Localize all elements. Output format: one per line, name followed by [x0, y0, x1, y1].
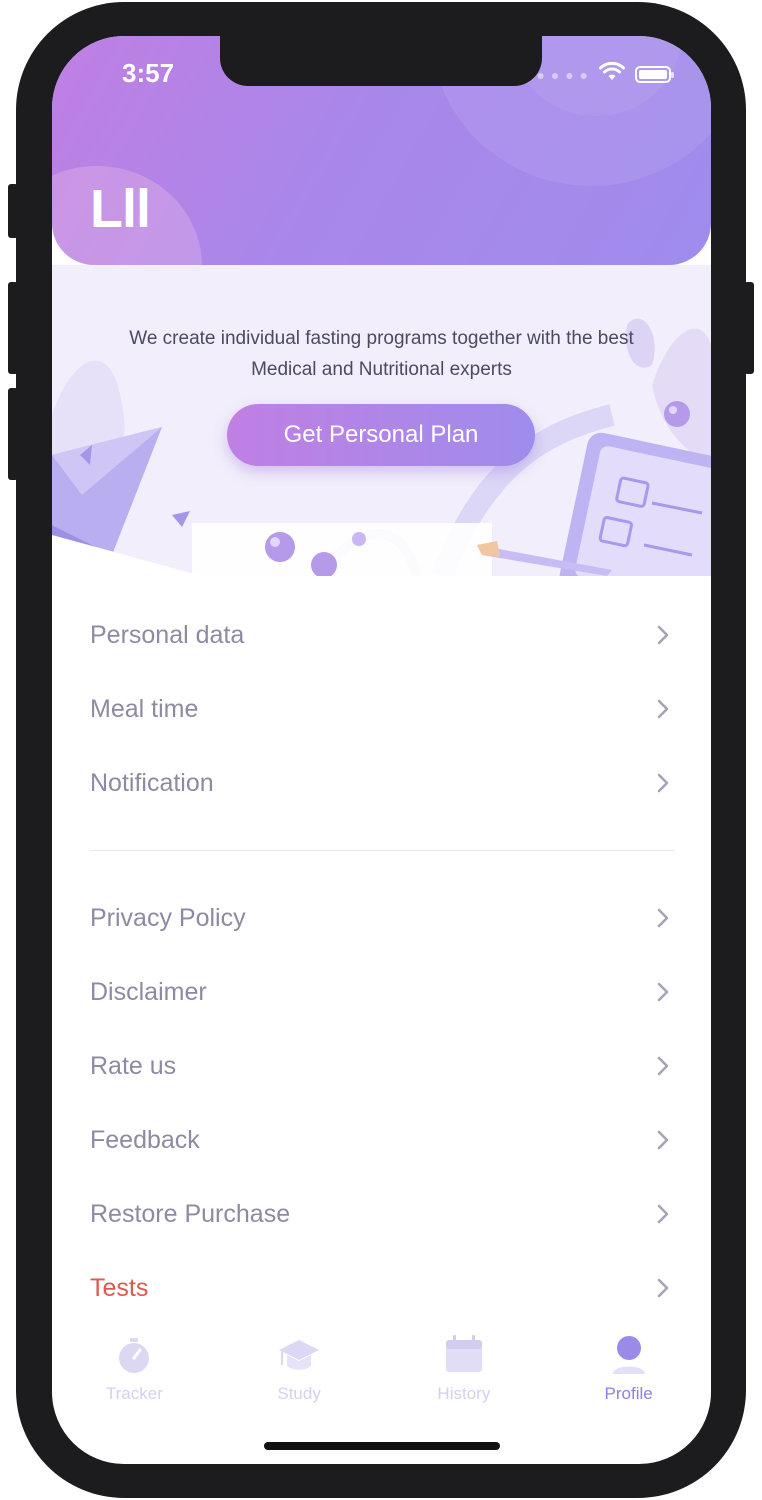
menu-item-label: Disclaimer [90, 977, 207, 1006]
menu-item-tests[interactable]: Tests [90, 1251, 675, 1325]
banner-description: We create individual fasting programs to… [52, 323, 711, 385]
menu-item-label: Notification [90, 768, 214, 797]
tab-label: Tracker [105, 1384, 163, 1403]
settings-menu: Personal data Meal time Notification Pri… [90, 598, 675, 1325]
get-personal-plan-button[interactable]: Get Personal Plan [227, 404, 535, 466]
app-screen: 3:57 ● ● ● ● Lll We create individual fa… [52, 36, 711, 1464]
tab-label: History [437, 1384, 491, 1403]
user-icon [610, 1332, 648, 1374]
menu-item-meal-time[interactable]: Meal time [90, 672, 675, 746]
chevron-right-icon [651, 1276, 675, 1300]
menu-item-label: Restore Purchase [90, 1199, 291, 1228]
banner-text-line: Medical and Nutritional experts [251, 359, 512, 380]
status-time: 3:57 [122, 58, 175, 88]
tab-bar: Tracker Study History Profile [52, 1332, 711, 1422]
tab-label: Study [277, 1384, 321, 1403]
device-notch [220, 36, 542, 86]
menu-item-disclaimer[interactable]: Disclaimer [90, 955, 675, 1029]
tab-study[interactable]: Study [217, 1332, 382, 1422]
menu-item-label: Meal time [90, 694, 199, 723]
menu-divider [90, 850, 675, 851]
cellular-signal-icon: ● ● ● ● [536, 66, 589, 83]
chevron-right-icon [651, 1202, 675, 1226]
menu-item-label: Privacy Policy [90, 903, 246, 932]
chevron-right-icon [651, 771, 675, 795]
menu-item-feedback[interactable]: Feedback [90, 1103, 675, 1177]
promo-banner: We create individual fasting programs to… [52, 265, 711, 576]
menu-item-personal-data[interactable]: Personal data [90, 598, 675, 672]
menu-item-notification[interactable]: Notification [90, 746, 675, 820]
chevron-right-icon [651, 980, 675, 1004]
user-name: Lll [90, 179, 151, 239]
chevron-right-icon [651, 623, 675, 647]
home-indicator[interactable] [264, 1442, 500, 1450]
status-icons: ● ● ● ● [536, 61, 674, 87]
chevron-right-icon [651, 1054, 675, 1078]
tab-tracker[interactable]: Tracker [52, 1332, 217, 1422]
wifi-icon [599, 61, 625, 87]
battery-icon [635, 66, 674, 83]
stopwatch-icon [117, 1332, 151, 1374]
menu-item-label: Feedback [90, 1125, 200, 1154]
tab-label: Profile [604, 1384, 653, 1403]
tab-profile[interactable]: Profile [546, 1332, 711, 1422]
chevron-right-icon [651, 697, 675, 721]
chevron-right-icon [651, 1128, 675, 1152]
graduation-cap-icon [277, 1332, 321, 1374]
menu-item-restore-purchase[interactable]: Restore Purchase [90, 1177, 675, 1251]
banner-text-line: We create individual fasting programs to… [129, 328, 634, 349]
menu-item-privacy-policy[interactable]: Privacy Policy [90, 881, 675, 955]
tab-history[interactable]: History [382, 1332, 547, 1422]
chevron-right-icon [651, 906, 675, 930]
menu-item-label: Tests [90, 1273, 149, 1302]
menu-item-label: Personal data [90, 620, 245, 649]
menu-item-rate-us[interactable]: Rate us [90, 1029, 675, 1103]
menu-item-label: Rate us [90, 1051, 177, 1080]
calendar-icon [444, 1332, 484, 1374]
